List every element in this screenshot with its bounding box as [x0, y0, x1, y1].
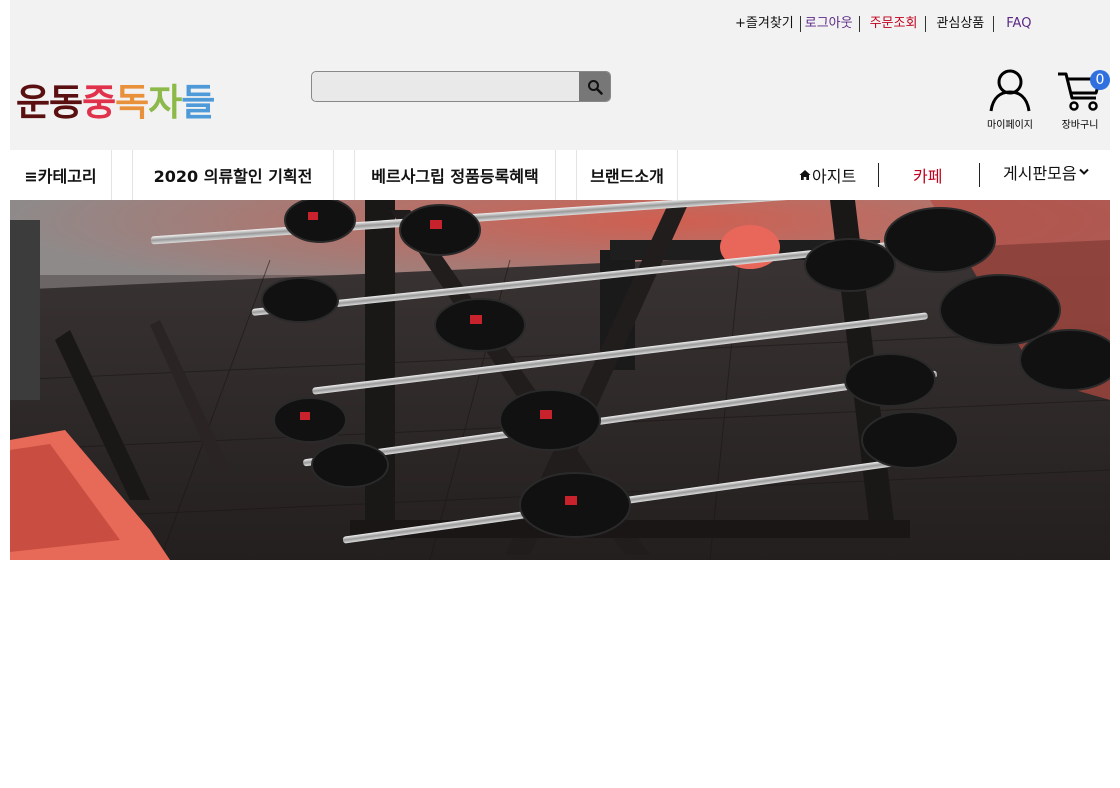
- home-link[interactable]: 아지트: [799, 150, 856, 200]
- logo-char: 동: [49, 81, 83, 124]
- tab-label: 2020 의류할인 기획전: [153, 167, 313, 186]
- top-links: +즐겨찾기 로그아웃 주문조회 관심상품 FAQ: [735, 15, 1037, 33]
- wishlist-link[interactable]: 관심상품: [925, 16, 993, 32]
- logo-char: 자: [148, 81, 182, 124]
- tab-clothing-sale[interactable]: 2020 의류할인 기획전: [132, 150, 334, 200]
- mypage-label: 마이페이지: [987, 120, 1033, 131]
- tab-versagrip-registration[interactable]: 베르사그립 정품등록혜택: [354, 150, 556, 200]
- home-label: 아지트: [812, 167, 857, 186]
- search-bar: [311, 71, 611, 102]
- gym-barbell-rack-photo: [10, 200, 1110, 560]
- category-menu[interactable]: ≡카테고리: [10, 150, 112, 200]
- cafe-link[interactable]: 카페: [913, 150, 942, 200]
- user-icon: [989, 69, 1031, 112]
- cafe-label: 카페: [913, 167, 943, 186]
- tab-brand-intro[interactable]: 브랜드소개: [576, 150, 678, 200]
- site-logo[interactable]: 운동중독자들: [16, 72, 215, 126]
- hero-banner-image[interactable]: [10, 200, 1110, 560]
- category-label: ≡카테고리: [24, 167, 97, 186]
- order-lookup-link[interactable]: 주문조회: [858, 16, 926, 32]
- nav-divider: [878, 163, 879, 187]
- tab-label: 베르사그립 정품등록혜택: [371, 167, 539, 186]
- home-icon: [799, 170, 811, 180]
- logo-char: 들: [181, 81, 215, 124]
- tab-label: 브랜드소개: [590, 167, 664, 186]
- logout-link[interactable]: 로그아웃: [799, 16, 859, 32]
- cart-count-badge: 0: [1090, 70, 1110, 90]
- nav-divider: [979, 163, 980, 187]
- main-nav: ≡카테고리 2020 의류할인 기획전 베르사그립 정품등록혜택 브랜드소개 아…: [10, 150, 1110, 200]
- search-icon: [587, 79, 603, 95]
- mypage-button[interactable]: 마이페이지: [983, 68, 1037, 131]
- logo-char: 운: [16, 81, 50, 124]
- bookmark-link[interactable]: +즐겨찾기: [735, 16, 800, 32]
- logo-char: 중: [82, 81, 116, 124]
- cart-label: 장바구니: [1061, 120, 1099, 131]
- faq-link[interactable]: FAQ: [993, 16, 1037, 32]
- search-button[interactable]: [579, 72, 610, 101]
- search-input[interactable]: [312, 72, 579, 101]
- logo-char: 독: [115, 81, 149, 124]
- board-menu[interactable]: 게시판모음: [1003, 147, 1089, 197]
- cart-button[interactable]: 장바구니 0: [1055, 70, 1110, 131]
- board-label: 게시판모음: [1003, 164, 1077, 183]
- chevron-down-icon: [1078, 168, 1089, 175]
